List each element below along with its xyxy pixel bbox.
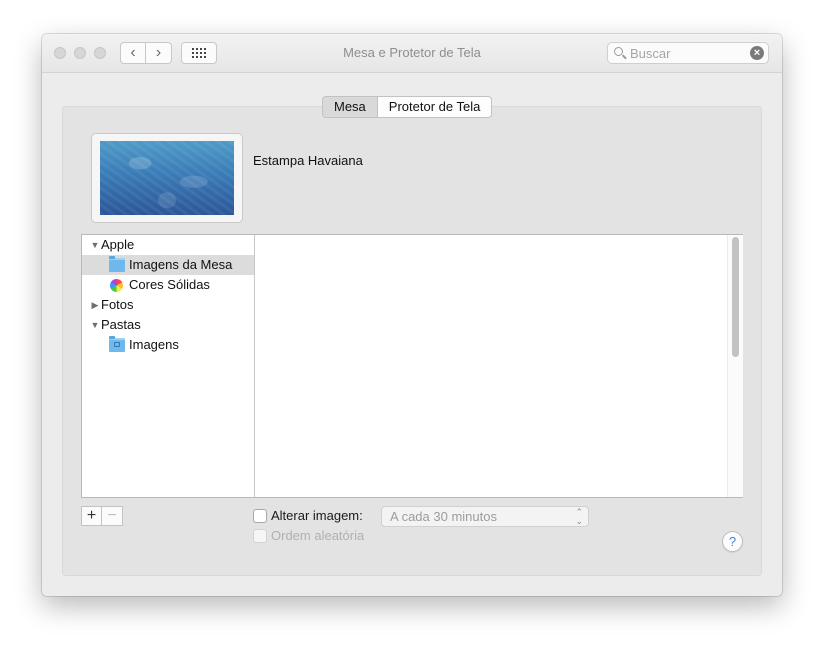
color-wheel-icon xyxy=(110,279,123,292)
help-button[interactable]: ? xyxy=(722,531,743,552)
source-item-solid-colors[interactable]: Cores Sólidas xyxy=(82,275,254,295)
folder-icon xyxy=(109,256,125,272)
wallpaper-name: Estampa Havaiana xyxy=(253,153,363,168)
disclosure-expanded-icon[interactable]: ▼ xyxy=(90,315,100,335)
change-picture-checkbox[interactable] xyxy=(253,509,267,523)
source-group-folders[interactable]: ▼ Pastas xyxy=(82,315,254,335)
select-arrows-icon: ⌃ ⌄ xyxy=(575,506,583,526)
wallpaper-preview xyxy=(92,134,242,222)
disclosure-expanded-icon[interactable]: ▼ xyxy=(90,235,100,255)
wallpaper-thumbnail xyxy=(100,141,234,215)
random-order-option[interactable]: Ordem aleatória xyxy=(253,528,373,544)
vertical-scrollbar[interactable] xyxy=(727,235,743,497)
pictures-folder-icon xyxy=(109,336,125,352)
search-input[interactable] xyxy=(630,45,742,61)
remove-folder-button[interactable]: − xyxy=(102,506,123,526)
add-folder-button[interactable]: + xyxy=(81,506,102,526)
add-remove-buttons: + − xyxy=(81,506,124,526)
source-item-label: Imagens da Mesa xyxy=(129,257,233,272)
source-group-apple[interactable]: ▼ Apple xyxy=(82,235,254,255)
scrollbar-thumb[interactable] xyxy=(732,237,739,357)
interval-select[interactable]: A cada 30 minutos ⌃ ⌄ xyxy=(381,506,589,527)
source-item-pictures[interactable]: Imagens xyxy=(82,335,254,355)
image-browser: ▼ Apple Imagens da Mesa Cores Sólidas ▶ … xyxy=(81,234,743,498)
source-group-label: Fotos xyxy=(101,297,134,312)
random-order-checkbox[interactable] xyxy=(253,529,267,543)
change-picture-label: Alterar imagem: xyxy=(271,508,363,523)
tab-desktop[interactable]: Mesa xyxy=(322,96,378,118)
preferences-window: ‹ › Mesa e Protetor de Tela × Mesa Prote… xyxy=(42,34,782,596)
tab-bar: Mesa Protetor de Tela xyxy=(322,96,493,118)
interval-value: A cada 30 minutos xyxy=(390,509,497,524)
change-picture-option[interactable]: Alterar imagem: xyxy=(253,508,373,524)
source-group-label: Apple xyxy=(101,237,135,252)
source-group-photos[interactable]: ▶ Fotos xyxy=(82,295,254,315)
random-order-label: Ordem aleatória xyxy=(271,528,365,543)
disclosure-collapsed-icon[interactable]: ▶ xyxy=(90,295,100,315)
source-item-label: Cores Sólidas xyxy=(129,277,210,292)
search-icon xyxy=(614,47,623,56)
tab-screen-saver[interactable]: Protetor de Tela xyxy=(377,96,493,118)
source-item-desktop-pictures[interactable]: Imagens da Mesa xyxy=(82,255,254,275)
clear-search-icon[interactable]: × xyxy=(750,46,764,60)
source-list: ▼ Apple Imagens da Mesa Cores Sólidas ▶ … xyxy=(82,235,255,497)
image-grid[interactable] xyxy=(255,235,727,497)
title-bar: ‹ › Mesa e Protetor de Tela × xyxy=(42,34,782,73)
search-field[interactable]: × xyxy=(607,42,769,64)
source-group-label: Pastas xyxy=(101,317,141,332)
source-item-label: Imagens xyxy=(129,337,179,352)
